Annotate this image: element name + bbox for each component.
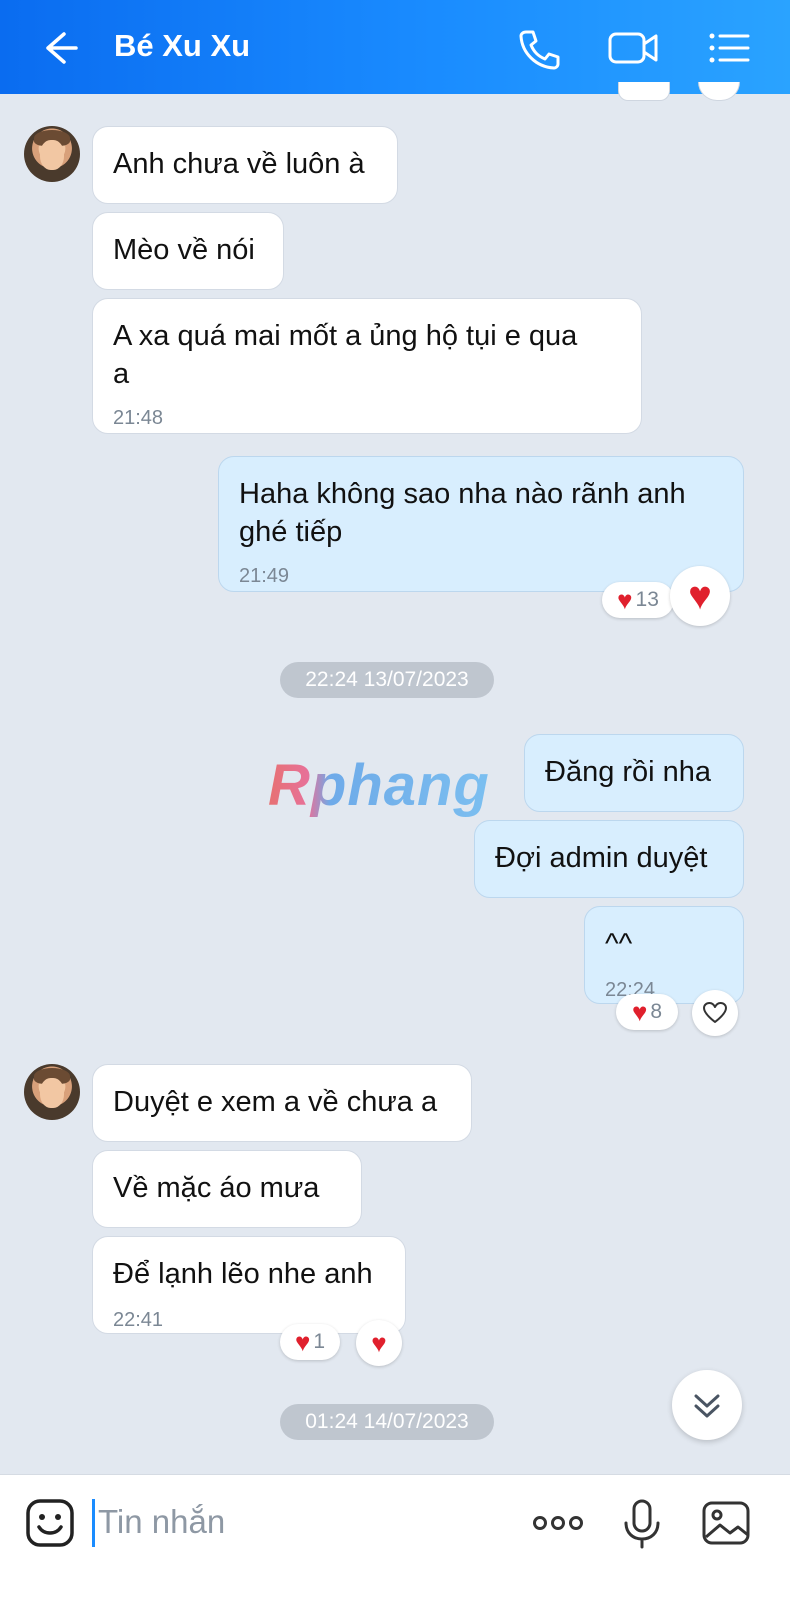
text-caret [92,1499,95,1547]
video-call-icon[interactable] [606,24,660,72]
double-chevron-down-icon [694,1394,720,1418]
react-button[interactable] [692,990,738,1036]
message-text: Đăng rồi nha [545,756,712,788]
more-options-icon[interactable] [530,1497,586,1549]
message-text: Về mặc áo mưa [113,1172,320,1204]
message-bubble[interactable]: Anh chưa về luôn à [92,126,398,204]
react-button[interactable]: ♥ [670,566,730,626]
message-bubble[interactable]: A xa quá mai mốt a ủng hộ tụi e qua a 21… [92,298,642,434]
previous-reaction-peek [698,82,740,101]
reaction-count: 1 [313,1330,326,1353]
message-text: ghé tiếp [239,516,343,548]
react-button[interactable]: ♥ [356,1320,402,1366]
message-text: Anh chưa về luôn à [113,148,365,180]
microphone-icon[interactable] [616,1497,668,1549]
message-bubble[interactable]: Đợi admin duyệt [474,820,744,898]
message-text: Để lạnh lẽo nhe anh [113,1258,373,1290]
reaction-summary[interactable]: ♥ 13 [602,582,674,618]
contact-avatar[interactable] [24,126,80,182]
heart-icon: ♥ [294,1327,311,1357]
reaction-summary[interactable]: ♥ 8 [616,994,678,1030]
message-time: 21:48 [113,407,164,429]
reaction-summary[interactable]: ♥ 1 [280,1324,340,1360]
heart-outline-icon [703,1002,727,1023]
message-input-bar: Tin nhắn [0,1474,790,1601]
heart-icon: ♥ [631,997,648,1027]
back-arrow-icon[interactable] [34,24,82,72]
heart-icon: ♥ [371,1328,387,1358]
heart-icon: ♥ [688,574,712,618]
watermark-logo: Rphang [268,753,490,818]
message-bubble[interactable]: Mèo về nói [92,212,284,290]
reaction-count: 8 [650,1000,663,1023]
emoji-sticker-icon[interactable] [24,1497,76,1549]
message-bubble[interactable]: Đăng rồi nha [524,734,744,812]
message-text: A xa quá mai mốt a ủng hộ tụi e qua [113,320,578,352]
message-text: Mèo về nói [113,234,255,266]
message-text: Haha không sao nha nào rãnh anh [239,478,686,510]
message-text: Duyệt e xem a về chưa a [113,1086,438,1118]
message-text: Đợi admin duyệt [495,842,708,874]
contact-avatar[interactable] [24,1064,80,1120]
heart-icon: ♥ [617,585,633,615]
reaction-count: 13 [635,588,659,611]
chat-header: Bé Xu Xu [0,0,790,94]
image-gallery-icon[interactable] [700,1497,752,1549]
previous-reaction-peek [618,82,670,101]
phone-icon[interactable] [514,24,562,72]
message-bubble[interactable]: ^^ 22:24 [584,906,744,1004]
message-bubble[interactable]: Duyệt e xem a về chưa a [92,1064,472,1142]
message-time: 22:41 [113,1309,164,1331]
message-bubble[interactable]: Về mặc áo mưa [92,1150,362,1228]
menu-list-icon[interactable] [704,24,752,72]
message-time: 21:49 [239,565,290,587]
message-bubble[interactable]: Để lạnh lẽo nhe anh 22:41 [92,1236,406,1334]
message-text: a [113,358,130,390]
message-bubble[interactable]: Haha không sao nha nào rãnh anh ghé tiếp… [218,456,744,592]
message-text: ^^ [605,928,633,960]
contact-name[interactable]: Bé Xu Xu [114,28,250,64]
date-separator: 01:24 14/07/2023 [280,1404,494,1440]
scroll-to-bottom-button[interactable] [672,1370,742,1440]
date-separator: 22:24 13/07/2023 [280,662,494,698]
message-input[interactable]: Tin nhắn [98,1503,225,1541]
